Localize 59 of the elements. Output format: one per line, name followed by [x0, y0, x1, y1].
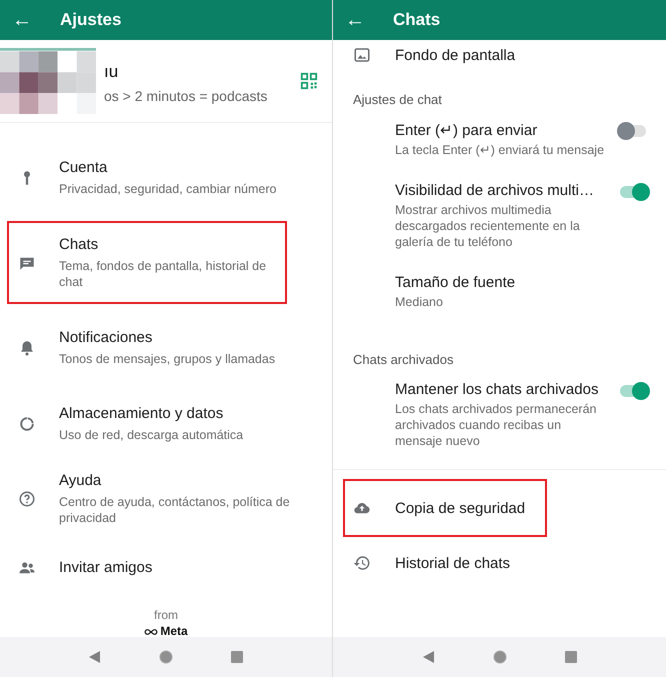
item-title: Copia de seguridad [395, 500, 526, 516]
item-title: Mantener los chats archivados [395, 381, 600, 398]
settings-item[interactable]: Chats Tema, fondos de pantalla, historial de chat [6, 220, 288, 305]
back-button[interactable]: ← [335, 8, 375, 32]
section-header: Ajustes de chat [352, 91, 443, 109]
item-subtitle: Privacidad, seguridad, cambiar número [59, 180, 276, 196]
profile-status: os > 2 minutos = podcasts [104, 88, 268, 104]
item-title: Tamaño de fuente [395, 274, 516, 291]
item-title: Visibilidad de archivos multi… [395, 182, 595, 199]
item-subtitle: Mostrar archivos multimedia descargados recientemente en la galería de tu teléfono [395, 202, 581, 250]
bell-icon [18, 338, 36, 356]
item-title: Almacenamiento y datos [59, 405, 224, 422]
settings-item[interactable]: Ayuda Centro de ayuda, contáctanos, política de privacidad [0, 458, 332, 540]
settings-item[interactable]: Fondo de pantalla [333, 40, 666, 70]
item-subtitle: Uso de red, descarga automática [59, 427, 244, 443]
history-icon [353, 554, 371, 572]
help-icon [18, 490, 36, 508]
item-title: Ayuda [59, 472, 102, 489]
profile-name: ıu [104, 62, 120, 82]
screen-title: Ajustes [60, 10, 122, 30]
item-subtitle: Tema, fondos de pantalla, historial de chat [59, 258, 268, 290]
brand-name: Meta [160, 626, 188, 637]
recents-square-icon[interactable] [230, 650, 244, 664]
section-header: Chats archivados [352, 351, 454, 369]
item-subtitle: Tonos de mensajes, grupos y llamadas [59, 350, 276, 366]
settings-item[interactable]: Enter (↵) para enviar La tecla Enter (↵) enviará tu mensaje [333, 117, 666, 178]
item-title: Fondo de pantalla [395, 46, 516, 64]
infinity-logo-icon [144, 628, 158, 636]
item-title: Chats [59, 236, 100, 252]
recents-square-icon[interactable] [564, 650, 578, 664]
home-circle-icon[interactable] [492, 650, 506, 664]
qr-code-icon[interactable] [300, 72, 318, 90]
item-subtitle: Centro de ayuda, contáctanos, política de privacidad [59, 494, 291, 526]
storage-icon [18, 415, 36, 433]
item-subtitle: Los chats archivados permanecerán archivados cuando recibas un mensaje nuevo [395, 401, 598, 449]
item-title: Invitar amigos [59, 559, 152, 576]
back-triangle-icon[interactable] [422, 650, 436, 664]
settings-item[interactable]: Mantener los chats archivados Los chats archivados permanecerán archivados cuando recibas un mensaje nuevo [333, 377, 666, 469]
from-label: from [154, 608, 178, 622]
screen-title: Chats [393, 10, 440, 30]
back-button[interactable]: ← [2, 8, 42, 32]
item-title: Cuenta [59, 158, 108, 176]
settings-item[interactable]: Almacenamiento y datos Uso de red, descarga automática [0, 390, 332, 458]
home-circle-icon[interactable] [158, 650, 173, 664]
item-title: Historial de chats [395, 554, 510, 572]
item-subtitle: La tecla Enter (↵) enviará tu mensaje [395, 142, 604, 158]
settings-item[interactable]: Historial de chats [333, 538, 666, 588]
settings-item[interactable]: Visibilidad de archivos multi… Mostrar archivos multimedia descargados recientemente en la galería de tu teléfono [333, 178, 666, 270]
image-frame-icon [353, 46, 371, 64]
settings-item[interactable]: Cuenta Privacidad, seguridad, cambiar número [0, 135, 332, 220]
item-subtitle: Mediano [395, 294, 444, 310]
settings-item[interactable]: Tamaño de fuente Mediano [333, 270, 666, 330]
settings-item[interactable]: Notificaciones Tonos de mensajes, grupos y llamadas [0, 305, 332, 390]
back-triangle-icon[interactable] [88, 650, 102, 664]
item-title: Enter (↵) para enviar [395, 121, 538, 139]
toggle-switch[interactable] [620, 125, 646, 137]
settings-item[interactable]: Invitar amigos [0, 540, 332, 595]
item-title: Notificaciones [59, 328, 154, 346]
settings-item[interactable]: Copia de seguridad [342, 478, 548, 538]
